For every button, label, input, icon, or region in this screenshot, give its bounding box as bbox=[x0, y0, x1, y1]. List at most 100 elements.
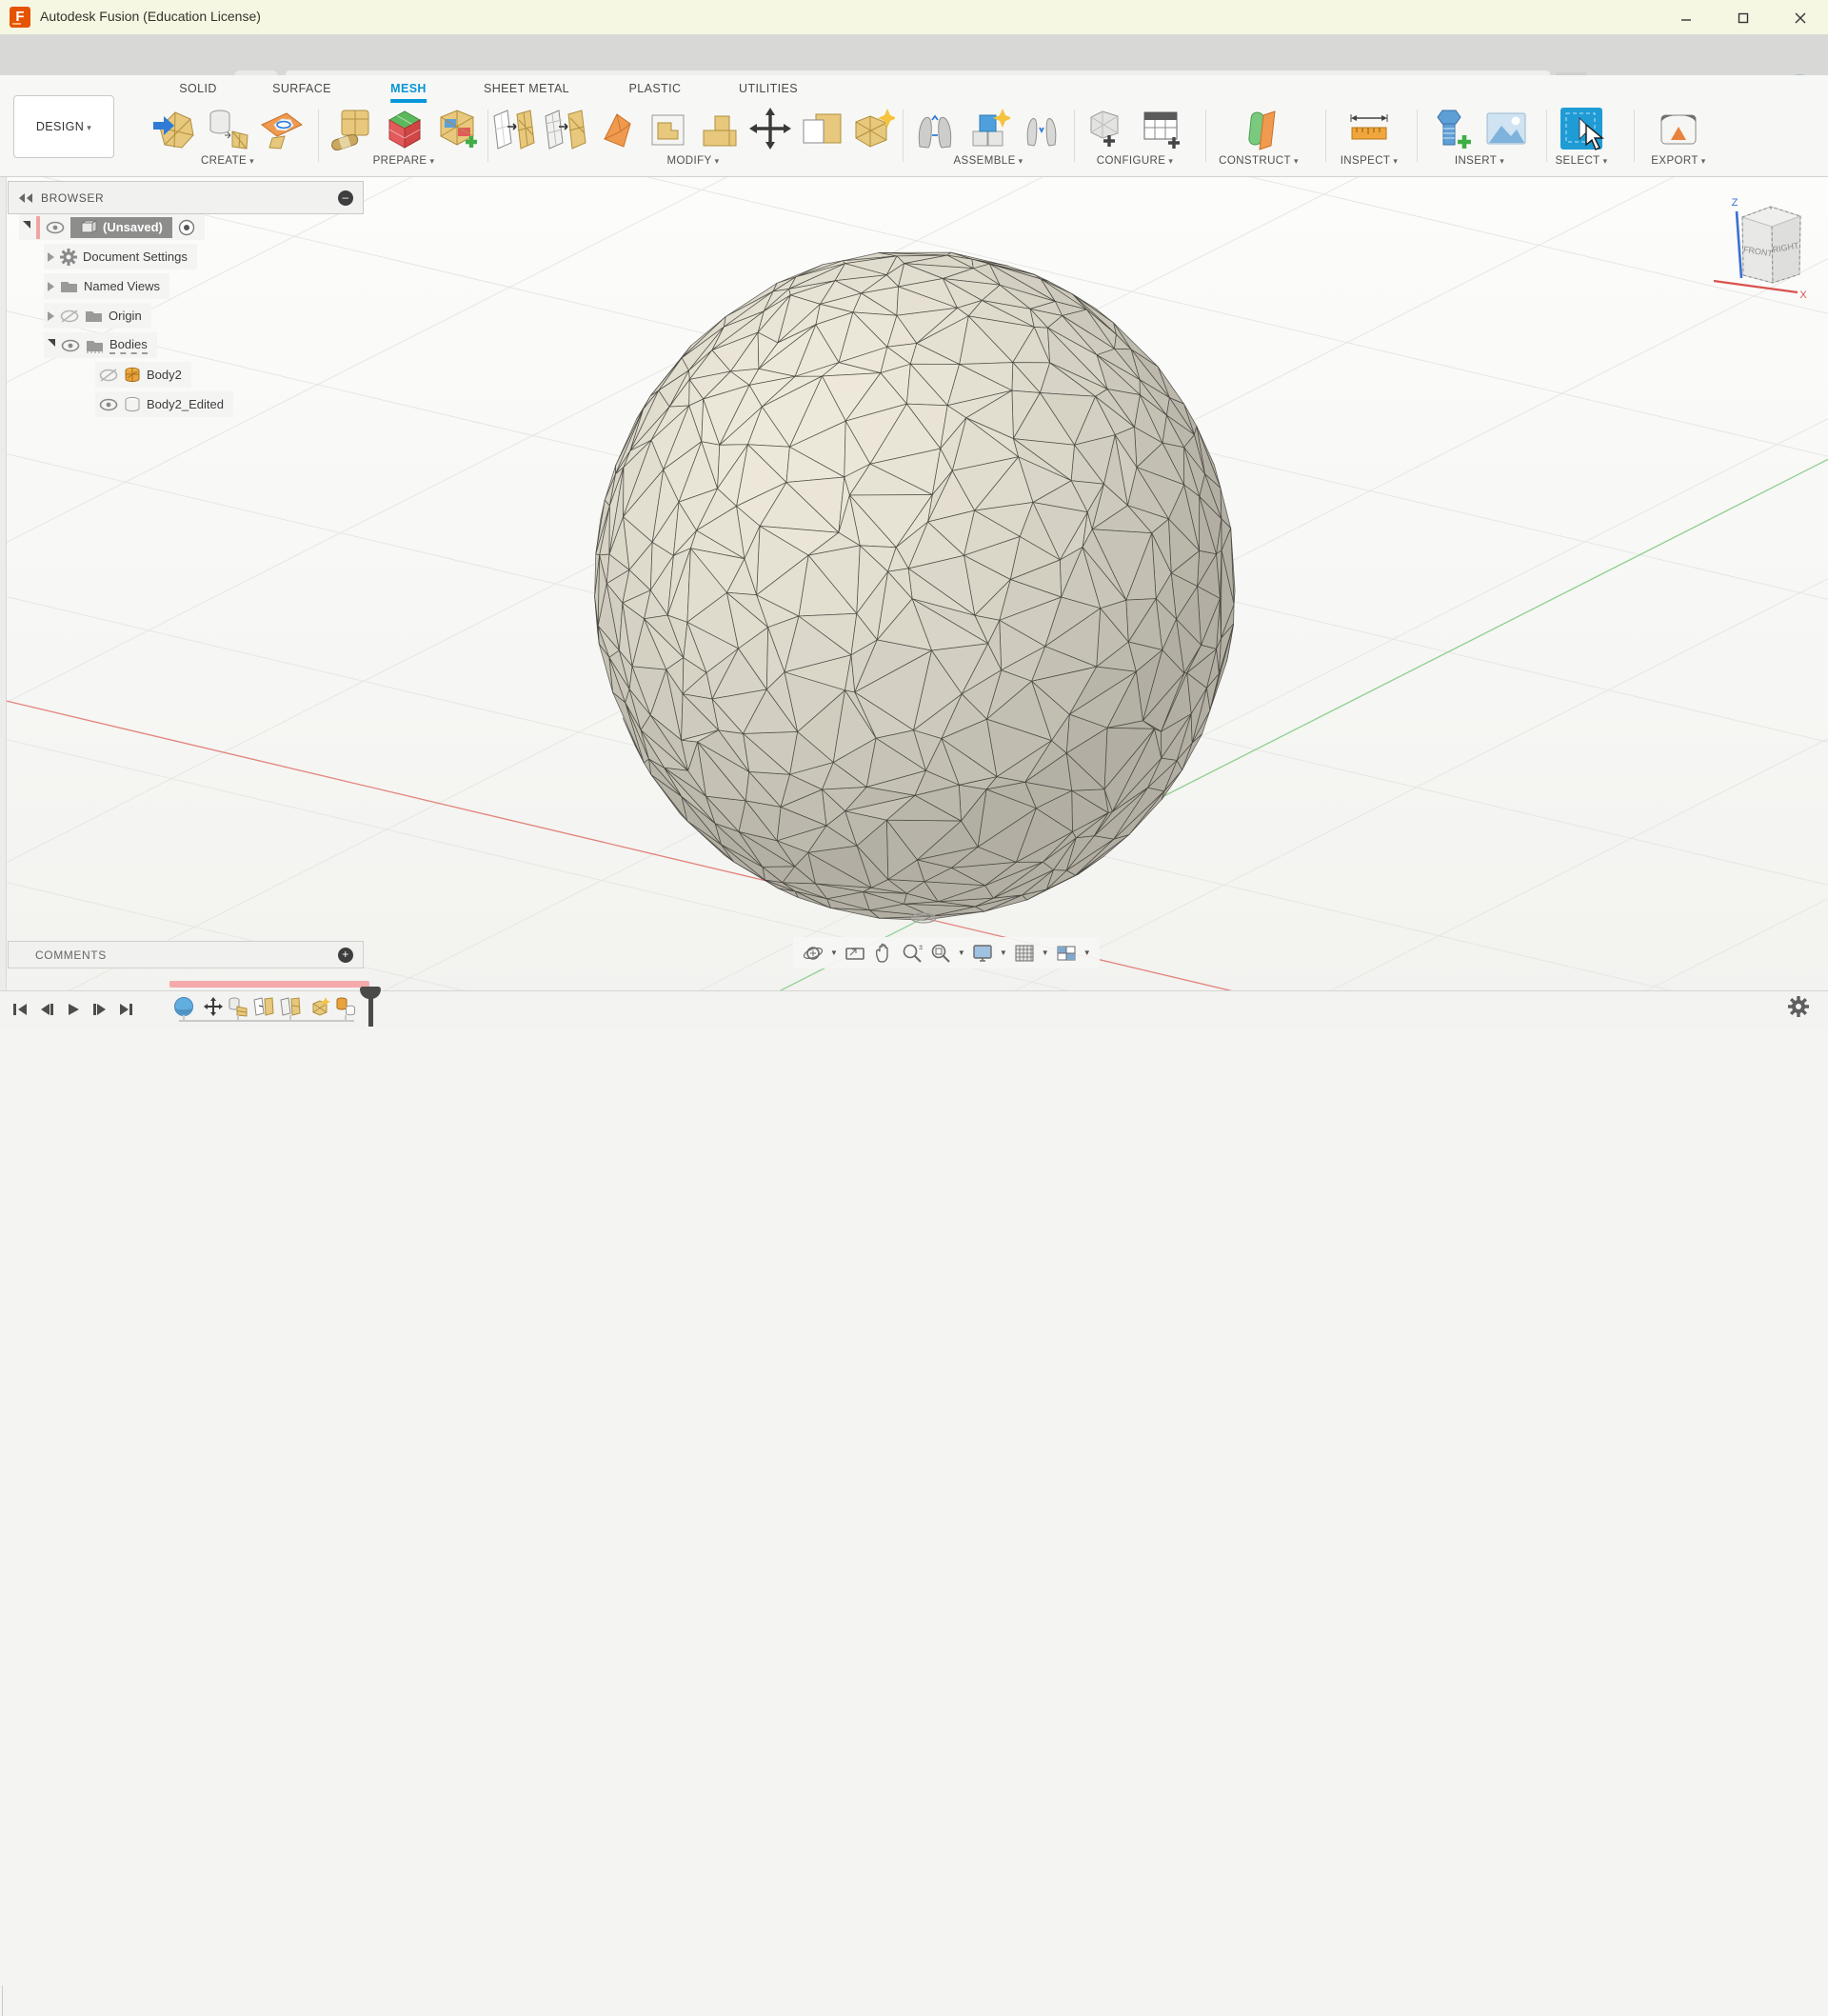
expand-triangle-icon[interactable] bbox=[48, 252, 54, 262]
orbit-tool-icon[interactable] bbox=[801, 941, 825, 966]
inspect-group-label[interactable]: INSPECT bbox=[1331, 155, 1407, 167]
close-button[interactable] bbox=[1778, 8, 1822, 29]
browser-panel-header[interactable]: BROWSER – bbox=[8, 181, 364, 214]
timeline-playhead-stem[interactable] bbox=[368, 998, 373, 1027]
root-document-item[interactable]: (Unsaved) bbox=[70, 217, 172, 238]
visibility-eye-icon[interactable] bbox=[99, 398, 118, 411]
remesh-button[interactable] bbox=[491, 106, 535, 151]
timeline-feature-tessellate[interactable] bbox=[228, 996, 248, 1017]
browser-row-root[interactable]: (Unsaved) bbox=[19, 214, 205, 240]
expand-triangle-icon[interactable] bbox=[48, 282, 54, 291]
grid-settings-icon[interactable] bbox=[1012, 941, 1037, 966]
timeline-feature-sphere[interactable] bbox=[173, 996, 194, 1017]
assemble-group-label[interactable]: ASSEMBLE bbox=[910, 155, 1066, 167]
maximize-button[interactable] bbox=[1721, 8, 1765, 29]
visibility-eye-icon[interactable] bbox=[46, 221, 65, 234]
browser-row-origin[interactable]: Origin bbox=[44, 303, 151, 329]
browser-row-body2-edited[interactable]: Body2_Edited bbox=[95, 391, 233, 417]
mesh-section-sketch-button[interactable] bbox=[258, 106, 304, 151]
timeline-feature-remesh[interactable] bbox=[253, 996, 274, 1017]
mesh-sphere-body[interactable] bbox=[595, 252, 1236, 920]
go-to-end-button[interactable] bbox=[118, 1002, 135, 1017]
play-button[interactable] bbox=[65, 1002, 82, 1017]
configure-group-label[interactable]: CONFIGURE bbox=[1080, 155, 1190, 167]
tab-sheet-metal[interactable]: SHEET METAL bbox=[484, 82, 569, 99]
viewport-canvas[interactable] bbox=[0, 176, 1828, 1028]
browser-row-body2[interactable]: Body2 bbox=[95, 362, 191, 388]
add-face-group-button[interactable] bbox=[434, 106, 480, 151]
comments-bar[interactable]: COMMENTS + bbox=[8, 941, 364, 968]
move-copy-button[interactable] bbox=[748, 106, 792, 151]
zoom-window-caret-icon[interactable]: ▼ bbox=[958, 948, 965, 957]
tessellate-button[interactable] bbox=[205, 106, 250, 151]
construct-plane-button[interactable] bbox=[1236, 106, 1282, 151]
viewports-caret-icon[interactable]: ▼ bbox=[1083, 948, 1091, 957]
export-group-label[interactable]: EXPORT bbox=[1649, 155, 1708, 167]
create-group-label[interactable]: CREATE bbox=[141, 155, 314, 167]
tab-surface[interactable]: SURFACE bbox=[272, 82, 331, 99]
tab-utilities[interactable]: UTILITIES bbox=[739, 82, 798, 99]
insert-mesh-button[interactable] bbox=[151, 106, 197, 151]
rigid-group-button[interactable] bbox=[1019, 106, 1064, 151]
expand-triangle-icon[interactable] bbox=[48, 311, 54, 321]
insert-group-label[interactable]: INSERT bbox=[1424, 155, 1535, 167]
browser-row-bodies[interactable]: Bodies bbox=[44, 332, 157, 358]
origin-marker[interactable] bbox=[911, 913, 936, 923]
timeline-feature-convert[interactable] bbox=[335, 996, 356, 1017]
step-forward-button[interactable] bbox=[91, 1002, 109, 1017]
prepare-group-label[interactable]: PREPARE bbox=[324, 155, 484, 167]
timeline-feature-reduce[interactable] bbox=[280, 996, 301, 1017]
expand-triangle-icon[interactable] bbox=[48, 339, 55, 351]
tab-solid[interactable]: SOLID bbox=[179, 82, 217, 99]
display-settings-caret-icon[interactable]: ▼ bbox=[1000, 948, 1007, 957]
measure-button[interactable] bbox=[1346, 106, 1392, 151]
reduce-button[interactable] bbox=[543, 106, 586, 151]
zoom-tool-icon[interactable]: ± bbox=[900, 941, 924, 966]
look-at-tool-icon[interactable] bbox=[843, 941, 867, 966]
timeline-marker-range[interactable] bbox=[169, 981, 369, 988]
visibility-eye-icon[interactable] bbox=[61, 339, 80, 352]
model-viewport[interactable] bbox=[0, 176, 1828, 1028]
browser-row-named-views[interactable]: Named Views bbox=[44, 273, 169, 299]
select-group-label[interactable]: SELECT bbox=[1554, 155, 1609, 167]
ground-target-icon[interactable] bbox=[178, 219, 195, 236]
tab-mesh[interactable]: MESH bbox=[390, 82, 427, 103]
visibility-off-eye-icon[interactable] bbox=[60, 309, 79, 323]
configure-part-button[interactable] bbox=[1085, 106, 1131, 151]
insert-fastener-button[interactable] bbox=[1430, 106, 1476, 151]
timeline-feature-merge[interactable] bbox=[309, 996, 330, 1017]
insert-canvas-button[interactable] bbox=[1483, 106, 1529, 151]
display-settings-icon[interactable] bbox=[970, 941, 995, 966]
timeline-feature-move[interactable] bbox=[203, 996, 224, 1017]
erase-and-fill-button[interactable] bbox=[594, 106, 638, 151]
view-cube[interactable]: FRONT RIGHT Z X bbox=[1695, 179, 1828, 303]
pan-tool-icon[interactable] bbox=[871, 941, 896, 966]
timeline-settings-gear-icon[interactable] bbox=[1786, 994, 1811, 1024]
collapse-panel-icon[interactable] bbox=[18, 192, 33, 204]
joint-button[interactable] bbox=[912, 106, 958, 151]
expand-triangle-icon[interactable] bbox=[23, 221, 30, 233]
minimize-button[interactable] bbox=[1664, 8, 1708, 29]
construct-group-label[interactable]: CONSTRUCT bbox=[1213, 155, 1304, 167]
step-back-button[interactable] bbox=[38, 1002, 55, 1017]
modify-group-label[interactable]: MODIFY bbox=[491, 155, 895, 167]
repair-mesh-button[interactable] bbox=[328, 106, 373, 151]
generate-face-groups-button[interactable] bbox=[381, 106, 427, 151]
plane-cut-button[interactable] bbox=[800, 106, 844, 151]
export-button[interactable] bbox=[1656, 106, 1701, 151]
go-to-start-button[interactable] bbox=[11, 1002, 29, 1017]
browser-collapse-button[interactable]: – bbox=[338, 190, 353, 206]
shell-button[interactable] bbox=[646, 106, 689, 151]
tab-plastic[interactable]: PLASTIC bbox=[629, 82, 682, 99]
convert-mesh-button[interactable] bbox=[851, 106, 895, 151]
visibility-off-eye-icon[interactable] bbox=[99, 369, 118, 382]
design-context-dropdown[interactable]: DESIGN bbox=[13, 95, 114, 158]
viewports-icon[interactable] bbox=[1054, 941, 1079, 966]
orbit-caret-icon[interactable]: ▼ bbox=[830, 948, 838, 957]
grid-settings-caret-icon[interactable]: ▼ bbox=[1042, 948, 1049, 957]
combine-button[interactable] bbox=[697, 106, 741, 151]
zoom-window-tool-icon[interactable] bbox=[928, 941, 953, 966]
configuration-table-button[interactable] bbox=[1139, 106, 1184, 151]
add-comment-button[interactable]: + bbox=[338, 948, 353, 963]
new-component-button[interactable] bbox=[965, 106, 1011, 151]
